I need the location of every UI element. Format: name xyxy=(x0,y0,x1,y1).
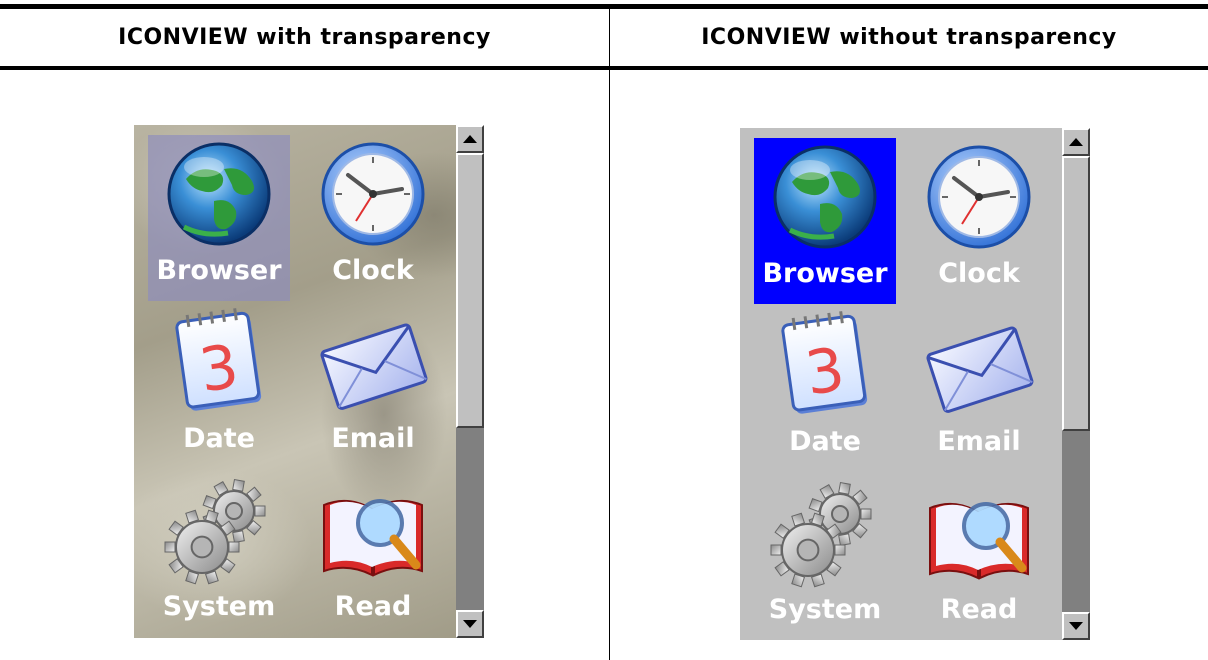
icon-label: Browser xyxy=(156,255,282,286)
clock-icon xyxy=(924,142,1034,252)
icon-item-browser[interactable]: Browser xyxy=(148,135,290,301)
icon-label: Date xyxy=(183,423,255,454)
scroll-thumb[interactable] xyxy=(1062,156,1090,431)
arrow-down-icon xyxy=(463,620,477,628)
column-divider xyxy=(609,9,610,660)
book-magnifier-icon xyxy=(924,478,1034,588)
gears-icon xyxy=(164,475,274,585)
icon-item-clock[interactable]: Clock xyxy=(302,135,444,301)
icon-item-clock[interactable]: Clock xyxy=(908,138,1050,304)
iconview-with-transparency[interactable]: Browser Clock 3 Date Email System Read xyxy=(134,125,484,638)
envelope-icon xyxy=(924,310,1034,420)
column-header-with-transparency: ICONVIEW with transparency xyxy=(118,25,491,50)
icon-label: Read xyxy=(940,594,1018,625)
arrow-down-icon xyxy=(1069,622,1083,630)
icon-label: Date xyxy=(789,426,861,457)
icon-label: Email xyxy=(937,426,1021,457)
envelope-icon xyxy=(318,307,428,417)
iconview-without-transparency[interactable]: Browser Clock 3 Date Email System Read xyxy=(740,128,1090,640)
icon-label: Email xyxy=(331,423,415,454)
column-header-without-transparency: ICONVIEW without transparency xyxy=(701,25,1117,50)
vertical-scrollbar[interactable] xyxy=(456,125,484,638)
icon-item-email[interactable]: Email xyxy=(302,303,444,469)
icon-label: System xyxy=(768,594,882,625)
arrow-up-icon xyxy=(1069,138,1083,146)
clock-icon xyxy=(318,139,428,249)
header-rule xyxy=(0,66,1208,70)
globe-icon xyxy=(164,139,274,249)
icon-item-email[interactable]: Email xyxy=(908,306,1050,472)
icon-item-read[interactable]: Read xyxy=(908,474,1050,640)
calendar-icon: 3 xyxy=(770,310,880,420)
scroll-down-button[interactable] xyxy=(1062,612,1090,640)
icon-item-date[interactable]: 3 Date xyxy=(754,306,896,472)
icon-label: Read xyxy=(334,591,412,622)
icon-item-browser[interactable]: Browser xyxy=(754,138,896,304)
icon-item-system[interactable]: System xyxy=(148,471,290,637)
globe-icon xyxy=(770,142,880,252)
icon-label: System xyxy=(162,591,276,622)
book-magnifier-icon xyxy=(318,475,428,585)
calendar-icon: 3 xyxy=(164,307,274,417)
icon-item-system[interactable]: System xyxy=(754,474,896,640)
scroll-down-button[interactable] xyxy=(456,610,484,638)
arrow-up-icon xyxy=(463,135,477,143)
icon-label: Clock xyxy=(332,255,414,286)
icon-label: Clock xyxy=(938,258,1020,289)
icon-item-read[interactable]: Read xyxy=(302,471,444,637)
vertical-scrollbar[interactable] xyxy=(1062,128,1090,640)
scroll-up-button[interactable] xyxy=(1062,128,1090,156)
icon-label: Browser xyxy=(762,258,888,289)
scroll-up-button[interactable] xyxy=(456,125,484,153)
gears-icon xyxy=(770,478,880,588)
icon-item-date[interactable]: 3 Date xyxy=(148,303,290,469)
scroll-thumb[interactable] xyxy=(456,153,484,428)
